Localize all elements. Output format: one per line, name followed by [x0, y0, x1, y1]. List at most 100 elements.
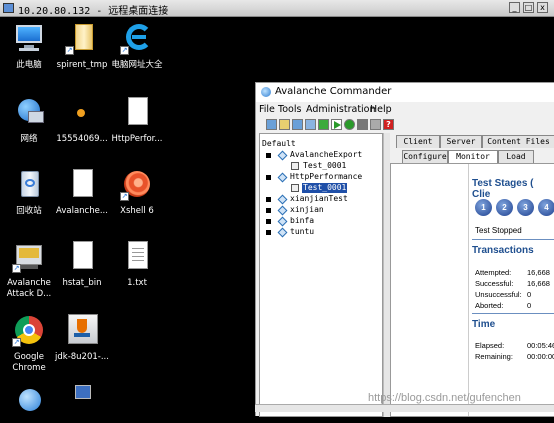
menu-tools[interactable]: Tools [278, 104, 301, 115]
expand-toggle-icon[interactable] [266, 197, 271, 202]
save-icon[interactable] [292, 119, 303, 130]
avalanche-commander-window[interactable]: Avalanche Commander File Tools Administr… [255, 82, 554, 417]
tree-item-httpperformance-test[interactable]: Test_0001 [262, 183, 382, 193]
help-icon[interactable]: ? [383, 119, 394, 130]
horizontal-scrollbar[interactable] [255, 404, 554, 412]
test-icon [291, 162, 299, 170]
export-icon[interactable] [305, 119, 316, 130]
stat-aborted: Aborted: 0 [475, 301, 532, 310]
settings-icon[interactable] [370, 119, 381, 130]
tree-item-xinjian[interactable]: xinjian [262, 205, 382, 216]
desktop-icon-label: HttpPerfor... [111, 134, 163, 144]
desktop-icon-httpperformance[interactable]: HttpPerfor... [108, 95, 166, 145]
desktop-icon-partial[interactable] [0, 389, 58, 423]
tab-client[interactable]: Client [396, 135, 440, 148]
desktop-icon-google-chrome[interactable]: ↗ Google Chrome [0, 313, 58, 374]
tree-item-xianjiantest[interactable]: xianjianTest [262, 194, 382, 205]
desktop-icon-label: 此电脑 [16, 60, 42, 70]
tree-item-label-selected: Test_0001 [302, 183, 348, 193]
tab-row-bottom: Configure Monitor Load [390, 150, 554, 163]
desktop-icon-avalanche-attack[interactable]: ↗ Avalanche Attack D... [0, 239, 58, 300]
tab-content-files[interactable]: Content Files [482, 135, 554, 148]
tab-server[interactable]: Server [440, 135, 482, 148]
computer-icon [12, 21, 46, 55]
tree-item-avalancheexport-test[interactable]: Test_0001 [262, 161, 382, 171]
document-icon [65, 167, 99, 201]
stage-4-icon: 4 [538, 199, 554, 216]
rdp-title-bar[interactable]: 10.20.80.132 - 远程桌面连接 _ □ x [0, 0, 554, 17]
shortcut-arrow-icon: ↗ [12, 338, 21, 347]
network-icon [12, 95, 46, 129]
expand-toggle-icon[interactable] [266, 153, 271, 158]
desktop-icon-image-file[interactable]: 15554069... [53, 95, 111, 145]
test-stages-title: Test Stages ( Clie [472, 178, 534, 200]
project-icon [277, 227, 288, 238]
desktop-icon-label: 电脑网址大全 [111, 60, 163, 70]
tab-configure[interactable]: Configure [402, 150, 448, 163]
minimize-button[interactable]: _ [509, 2, 520, 13]
refresh-icon[interactable] [344, 119, 355, 130]
tab-load[interactable]: Load [498, 150, 534, 163]
tree-item-httpperformance[interactable]: HttpPerformance [262, 172, 382, 183]
project-icon [277, 150, 288, 161]
run-icon[interactable] [318, 119, 329, 130]
tab-row-top: Client Server Content Files [390, 135, 554, 148]
menu-file[interactable]: File [259, 104, 275, 115]
desktop-icon-spirent-tmp[interactable]: ↗ spirent_tmp [53, 21, 111, 71]
stat-successful: Successful: 16,668 [475, 279, 550, 288]
desktop-icon-url-directory[interactable]: ↗ 电脑网址大全 [108, 21, 166, 71]
tree-splitter[interactable] [383, 133, 390, 417]
test-tree[interactable]: Default AvalancheExport Test_0001 HttpPe… [259, 133, 383, 417]
document-icon [65, 239, 99, 273]
desktop-icon-jdk-installer[interactable]: jdk-8u201-... [53, 313, 111, 363]
tree-item-tuntu[interactable]: tuntu [262, 227, 382, 238]
menu-help[interactable]: Help [370, 104, 392, 115]
monitor-left-area [391, 164, 469, 416]
desktop-icon-label: 回收站 [16, 206, 42, 216]
rdp-app-icon [3, 3, 14, 13]
tree-item-label: xinjian [290, 205, 324, 214]
desktop-icon-label: Xshell 6 [120, 206, 154, 216]
app-title-bar[interactable]: Avalanche Commander [256, 83, 554, 102]
expand-toggle-icon[interactable] [266, 219, 271, 224]
tree-item-avalancheexport[interactable]: AvalancheExport [262, 150, 382, 161]
expand-toggle-icon[interactable] [266, 230, 271, 235]
desktop-icon-recycle-bin[interactable]: 回收站 [0, 167, 58, 217]
shortcut-arrow-icon: ↗ [65, 46, 74, 55]
tree-root[interactable]: Default [262, 139, 296, 149]
network-computer-icon [65, 383, 99, 417]
desktop-icon-avalanche-file[interactable]: Avalanche... [53, 167, 111, 217]
play-icon[interactable] [331, 119, 342, 130]
expand-toggle-icon[interactable] [266, 175, 271, 180]
expand-toggle-icon[interactable] [266, 208, 271, 213]
stage-3-icon: 3 [517, 199, 534, 216]
java-installer-icon [65, 313, 99, 347]
close-button[interactable]: x [537, 2, 548, 13]
tree-item-binfa[interactable]: binfa [262, 216, 382, 227]
avalanche-app-icon [261, 87, 271, 97]
globe-icon [12, 389, 46, 423]
desktop-icon-label: 1.txt [127, 278, 147, 288]
app-title: Avalanche Commander [275, 86, 392, 97]
stage-1-icon: 1 [475, 199, 492, 216]
desktop-icon-label: Avalanche... [56, 206, 108, 216]
shortcut-arrow-icon: ↗ [120, 46, 129, 55]
desktop-icon-1-txt[interactable]: 1.txt [108, 239, 166, 289]
project-icon [277, 194, 288, 205]
stat-remaining: Remaining: 00:00:00 [475, 352, 554, 361]
stop-icon[interactable] [357, 119, 368, 130]
desktop-icon-this-pc[interactable]: 此电脑 [0, 21, 58, 71]
desktop-icon-partial-2[interactable] [53, 383, 111, 417]
stat-attempted: Attempted: 16,668 [475, 268, 550, 277]
transactions-title: Transactions [472, 245, 534, 256]
desktop-icon-hstat-bin[interactable]: hstat_bin [53, 239, 111, 289]
desktop-icon-xshell[interactable]: ↗ Xshell 6 [108, 167, 166, 217]
stat-elapsed: Elapsed: 00:05:46 [475, 341, 554, 350]
desktop-icon-network[interactable]: 网络 [0, 95, 58, 145]
open-icon[interactable] [279, 119, 290, 130]
maximize-button[interactable]: □ [523, 2, 534, 13]
tab-monitor[interactable]: Monitor [448, 150, 498, 163]
menu-administration[interactable]: Administration [306, 104, 376, 115]
xshell-icon: ↗ [120, 167, 154, 201]
new-test-icon[interactable] [266, 119, 277, 130]
